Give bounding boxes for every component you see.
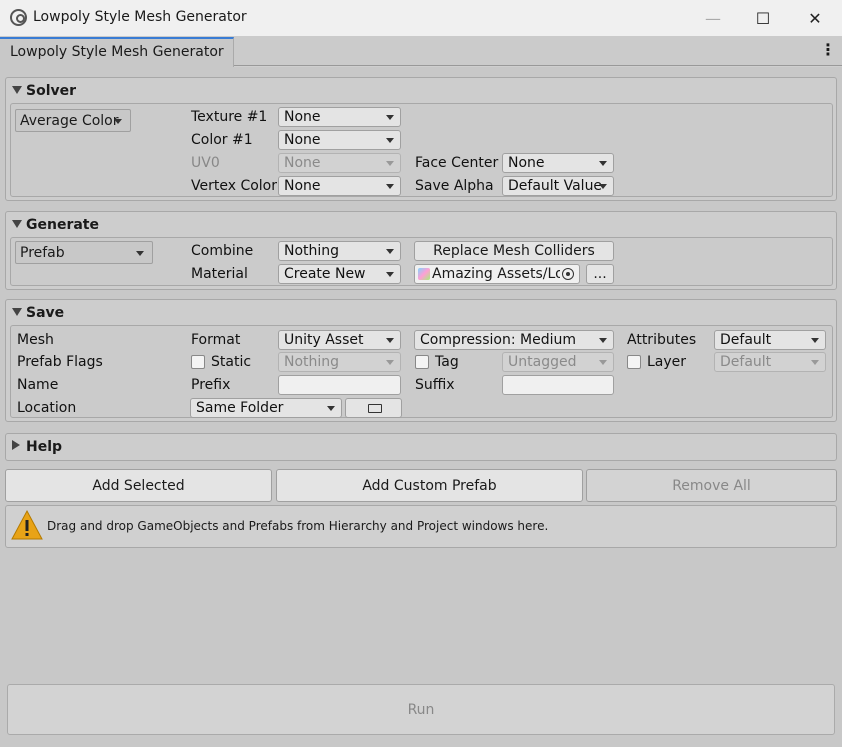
name-label: Name [17, 377, 59, 393]
browse-button[interactable]: ... [586, 264, 614, 284]
add-custom-prefab-button[interactable]: Add Custom Prefab [276, 469, 583, 502]
foldout-expanded-icon [12, 308, 22, 316]
help-message: Drag and drop GameObjects and Prefabs fr… [47, 519, 549, 533]
save-title: Save [26, 305, 65, 321]
help-section: Help [5, 433, 837, 461]
static-label: Static [211, 354, 252, 370]
save-foldout[interactable]: Save [12, 305, 64, 321]
save-alpha-dropdown[interactable]: Default Value [502, 176, 614, 196]
generate-mode-dropdown[interactable]: Prefab [15, 241, 153, 264]
folder-icon [368, 404, 382, 413]
warning-icon [11, 509, 43, 540]
add-selected-button[interactable]: Add Selected [5, 469, 272, 502]
layer-dropdown: Default [714, 352, 826, 372]
minimize-button[interactable]: — [690, 5, 736, 31]
generate-foldout[interactable]: Generate [12, 217, 99, 233]
solver-title: Solver [26, 83, 77, 99]
prefix-label: Prefix [191, 377, 231, 393]
face-center-label: Face Center [415, 155, 499, 171]
window-title: Lowpoly Style Mesh Generator [33, 9, 247, 25]
close-button[interactable]: ✕ [792, 5, 838, 31]
attributes-dropdown[interactable]: Default [714, 330, 826, 350]
maximize-button[interactable]: ☐ [740, 5, 786, 31]
help-foldout[interactable]: Help [12, 439, 62, 455]
texture-dropdown[interactable]: None [278, 107, 401, 127]
run-button: Run [7, 684, 835, 735]
format-dropdown[interactable]: Unity Asset [278, 330, 401, 350]
material-dropdown[interactable]: Create New [278, 264, 401, 284]
material-asset-field[interactable]: Amazing Assets/Lo [414, 264, 580, 284]
more-options-icon[interactable]: ⋮ [820, 40, 836, 59]
save-alpha-label: Save Alpha [415, 178, 494, 194]
format-label: Format [191, 332, 241, 348]
foldout-expanded-icon [12, 220, 22, 228]
vertex-color-label: Vertex Color [191, 178, 278, 194]
help-box: Drag and drop GameObjects and Prefabs fr… [5, 505, 837, 548]
location-label: Location [17, 400, 77, 416]
texture-label: Texture #1 [191, 109, 268, 125]
color-label: Color #1 [191, 132, 253, 148]
tag-label: Tag [435, 354, 459, 370]
face-center-dropdown[interactable]: None [502, 153, 614, 173]
prefix-input[interactable] [278, 375, 401, 395]
tag-dropdown: Untagged [502, 352, 614, 372]
mesh-label: Mesh [17, 332, 54, 348]
solver-foldout[interactable]: Solver [12, 83, 76, 99]
tab-mesh-generator[interactable]: Lowpoly Style Mesh Generator [0, 37, 234, 67]
material-asset-icon [418, 268, 430, 280]
suffix-label: Suffix [415, 377, 455, 393]
combine-dropdown[interactable]: Nothing [278, 241, 401, 261]
replace-mesh-colliders-button[interactable]: Replace Mesh Colliders [414, 241, 614, 261]
static-checkbox[interactable] [191, 355, 205, 369]
vertex-color-dropdown[interactable]: None [278, 176, 401, 196]
location-dropdown[interactable]: Same Folder [190, 398, 342, 418]
folder-browse-button[interactable] [345, 398, 402, 418]
uv-label: UV0 [191, 155, 220, 171]
static-flags-dropdown: Nothing [278, 352, 401, 372]
compression-dropdown[interactable]: Compression: Medium [414, 330, 614, 350]
foldout-collapsed-icon [12, 440, 20, 450]
object-picker-icon[interactable] [562, 268, 574, 280]
tag-checkbox[interactable] [415, 355, 429, 369]
combine-label: Combine [191, 243, 254, 259]
foldout-expanded-icon [12, 86, 22, 94]
unity-logo-icon [10, 9, 27, 26]
layer-label: Layer [647, 354, 687, 370]
material-label: Material [191, 266, 248, 282]
uv-dropdown: None [278, 153, 401, 173]
color-dropdown[interactable]: None [278, 130, 401, 150]
remove-all-button: Remove All [586, 469, 837, 502]
help-title: Help [26, 439, 63, 455]
attributes-label: Attributes [627, 332, 697, 348]
solver-mode-dropdown[interactable]: Average Color [15, 109, 131, 132]
suffix-input[interactable] [502, 375, 614, 395]
generate-title: Generate [26, 217, 99, 233]
layer-checkbox[interactable] [627, 355, 641, 369]
prefab-flags-label: Prefab Flags [17, 354, 103, 370]
material-asset-path: Amazing Assets/Lo [432, 266, 560, 282]
